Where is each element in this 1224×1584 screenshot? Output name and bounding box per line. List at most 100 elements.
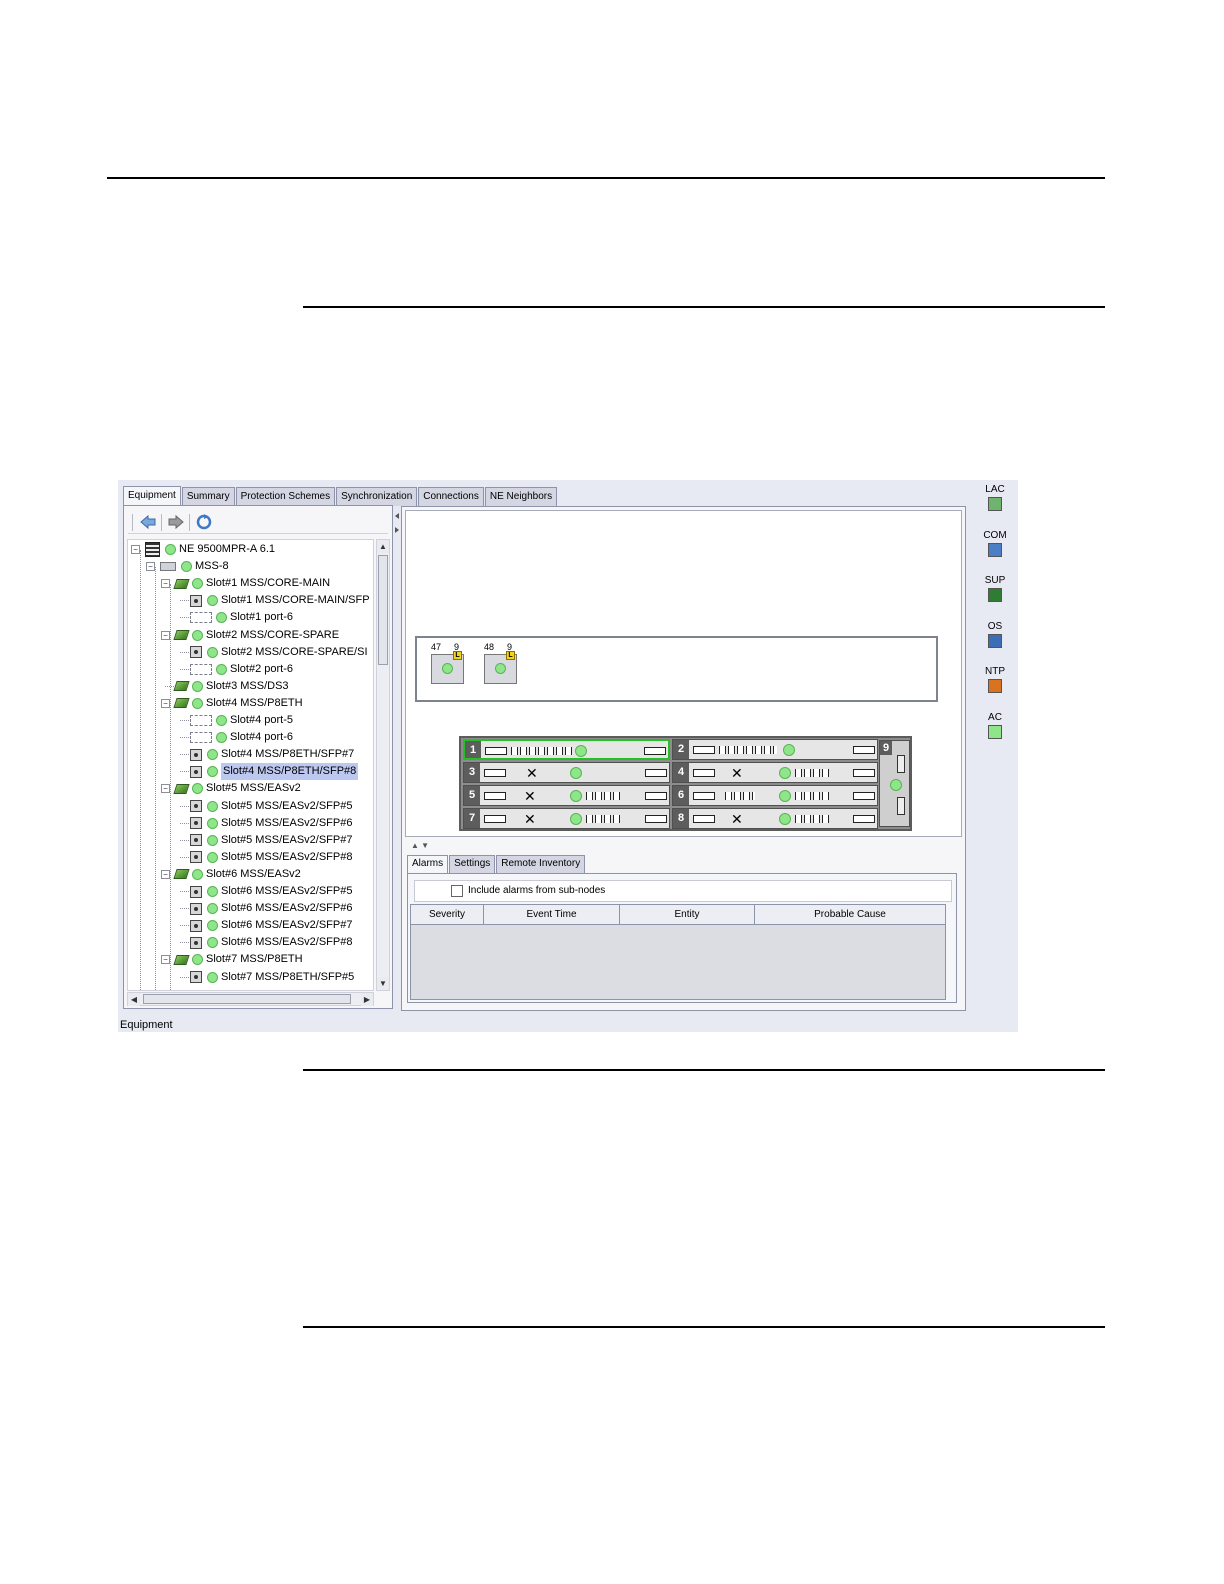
tree-node[interactable]: Slot#1 port-6 <box>190 609 293 626</box>
fan-unit-area: 47 9 L 48 9 L <box>415 636 938 702</box>
include-subnodes-checkbox[interactable] <box>451 885 463 897</box>
scroll-left-icon[interactable]: ◀ <box>128 993 140 1006</box>
collapse-toggle-icon[interactable]: − <box>146 562 155 572</box>
scroll-thumb[interactable] <box>378 555 388 665</box>
tree-node[interactable]: Slot#4 port-6 <box>190 729 293 746</box>
tree-node[interactable]: Slot#2 port-6 <box>190 661 293 678</box>
chassis-slot[interactable]: 6 <box>672 785 878 806</box>
tree-node[interactable]: Slot#6 MSS/EASv2/SFP#8 <box>190 934 352 951</box>
sfp-icon <box>190 971 202 983</box>
equipment-view-screenshot: Equipment Summary Protection Schemes Syn… <box>118 480 1018 1032</box>
collapse-toggle-icon[interactable]: − <box>161 955 170 965</box>
chassis-slot[interactable]: 8 ✕ <box>672 808 878 829</box>
tree-node[interactable]: Slot#6 MSS/EASv2/SFP#7 <box>190 917 352 934</box>
equipment-tree-panel: NE 9500MPR-A 6.1 − MSS-8 − Slot#1 MSS/CORE-M… <box>123 505 393 1009</box>
column-header-entity[interactable]: Entity <box>620 905 755 925</box>
tree-node[interactable]: Slot#6 MSS/EASv2/SFP#5 <box>190 883 352 900</box>
tab-synchronization[interactable]: Synchronization <box>336 487 418 506</box>
tab-summary[interactable]: Summary <box>181 487 235 506</box>
equipment-tree[interactable]: NE 9500MPR-A 6.1 − MSS-8 − Slot#1 MSS/CORE-M… <box>127 539 374 991</box>
ac-icon <box>988 725 1002 739</box>
scroll-thumb[interactable] <box>143 994 351 1004</box>
collapse-toggle-icon[interactable]: − <box>161 579 170 589</box>
tab-connections[interactable]: Connections <box>418 487 484 506</box>
card-icon <box>173 630 190 640</box>
tree-node-label: Slot#3 MSS/DS3 <box>206 679 289 692</box>
tree-node[interactable]: MSS-8 <box>160 558 229 575</box>
refresh-icon[interactable] <box>195 513 213 531</box>
tree-node[interactable]: Slot#5 MSS/EASv2/SFP#6 <box>190 815 352 832</box>
collapse-toggle-icon[interactable]: − <box>161 869 170 879</box>
status-indicator[interactable]: AC <box>978 712 1012 739</box>
status-indicator[interactable]: LAC <box>978 484 1012 511</box>
port-row <box>725 792 755 800</box>
collapse-toggle-icon[interactable]: − <box>161 630 170 640</box>
collapse-toggle-icon[interactable]: − <box>131 545 140 554</box>
status-indicator[interactable]: COM <box>978 530 1012 557</box>
chassis-slot[interactable]: 5 ✕ <box>463 785 670 806</box>
chassis-slot[interactable]: 3 ✕ <box>463 762 670 783</box>
tree-node[interactable]: Slot#2 MSS/CORE-SPARE <box>173 627 339 644</box>
port-icon <box>190 715 212 726</box>
tree-node[interactable]: Slot#7 MSS/P8ETH/SFP#5 <box>190 969 354 986</box>
status-indicator[interactable]: NTP <box>978 666 1012 694</box>
tree-node[interactable]: Slot#4 MSS/P8ETH/SFP#8 <box>190 763 359 781</box>
column-header-probable-cause[interactable]: Probable Cause <box>755 905 946 925</box>
tab-remote-inventory[interactable]: Remote Inventory <box>496 855 586 873</box>
tree-node[interactable]: Slot#4 MSS/P8ETH <box>173 695 303 712</box>
tree-node[interactable]: Slot#3 MSS/DS3 <box>173 678 289 695</box>
chassis-slot[interactable]: 1 <box>463 739 670 760</box>
fan-unit[interactable]: 48 9 L <box>482 642 518 684</box>
connector <box>485 747 507 755</box>
chassis-slot[interactable]: 9 <box>879 740 910 827</box>
tree-node[interactable]: Slot#7 MSS/P8ETH <box>173 951 303 968</box>
forward-arrow-icon[interactable] <box>167 513 185 531</box>
tree-node[interactable]: Slot#6 MSS/EASv2 <box>173 866 301 883</box>
tab-settings[interactable]: Settings <box>449 855 496 873</box>
tab-alarms[interactable]: Alarms <box>407 855 449 873</box>
status-indicator-label: SUP <box>984 575 1006 587</box>
status-led-icon <box>181 561 192 573</box>
slot-number: 7 <box>464 809 480 828</box>
scroll-down-icon[interactable]: ▼ <box>377 977 389 990</box>
tree-vertical-scrollbar[interactable]: ▲ ▼ <box>376 539 390 991</box>
back-arrow-icon[interactable] <box>139 513 157 531</box>
tree-node[interactable]: Slot#2 MSS/CORE-SPARE/SI <box>190 644 368 661</box>
tab-ne-neighbors[interactable]: NE Neighbors <box>484 487 558 506</box>
chassis-slot[interactable]: 7 ✕ <box>463 808 670 829</box>
tab-equipment[interactable]: Equipment <box>123 486 181 506</box>
warning-icon: L <box>453 651 462 660</box>
collapse-toggle-icon[interactable]: − <box>161 784 170 794</box>
status-indicator[interactable]: SUP <box>978 575 1012 603</box>
alarms-panel: Include alarms from sub-nodes Severity E… <box>407 873 957 1003</box>
chassis-slot[interactable]: 4 ✕ <box>672 762 878 783</box>
tree-node[interactable]: Slot#1 MSS/CORE-MAIN <box>173 575 330 592</box>
tree-node[interactable]: Slot#5 MSS/EASv2/SFP#8 <box>190 849 352 866</box>
collapse-arrows-icon[interactable]: ▲ ▼ <box>411 841 429 850</box>
tree-node[interactable]: Slot#4 port-5 <box>190 712 293 729</box>
fan-unit[interactable]: 47 9 L <box>429 642 465 684</box>
connector <box>693 746 715 754</box>
chassis-slot[interactable]: 2 <box>672 739 878 760</box>
column-header-event-time[interactable]: Event Time <box>484 905 620 925</box>
tree-node[interactable]: Slot#5 MSS/EASv2 <box>173 780 301 797</box>
status-indicator[interactable]: OS <box>978 621 1012 648</box>
collapse-toggle-icon[interactable]: − <box>161 698 170 708</box>
scroll-up-icon[interactable]: ▲ <box>377 540 389 553</box>
tree-node[interactable]: Slot#5 MSS/EASv2/SFP#7 <box>190 832 352 849</box>
tree-horizontal-scrollbar[interactable]: ◀ ▶ <box>127 992 374 1006</box>
tree-node[interactable]: Slot#4 MSS/P8ETH/SFP#7 <box>190 746 354 763</box>
tree-node[interactable]: Slot#1 MSS/CORE-MAIN/SFP <box>190 592 370 609</box>
tree-node[interactable]: NE 9500MPR-A 6.1 <box>145 541 275 558</box>
column-header-severity[interactable]: Severity <box>411 905 484 925</box>
status-led-icon <box>207 817 218 829</box>
tree-node[interactable]: Slot#5 MSS/EASv2/SFP#5 <box>190 798 352 815</box>
tree-node[interactable]: Slot#6 MSS/EASv2/SFP#6 <box>190 900 352 917</box>
slot-number: 9 <box>880 741 892 755</box>
tree-node-label: Slot#6 MSS/EASv2/SFP#5 <box>221 885 353 897</box>
tab-protection-schemes[interactable]: Protection Schemes <box>235 487 336 506</box>
tree-node-label: Slot#5 MSS/EASv2 <box>206 782 301 795</box>
scroll-right-icon[interactable]: ▶ <box>361 993 373 1006</box>
tree-connector <box>180 925 189 927</box>
splitter-handle[interactable] <box>393 505 401 1009</box>
